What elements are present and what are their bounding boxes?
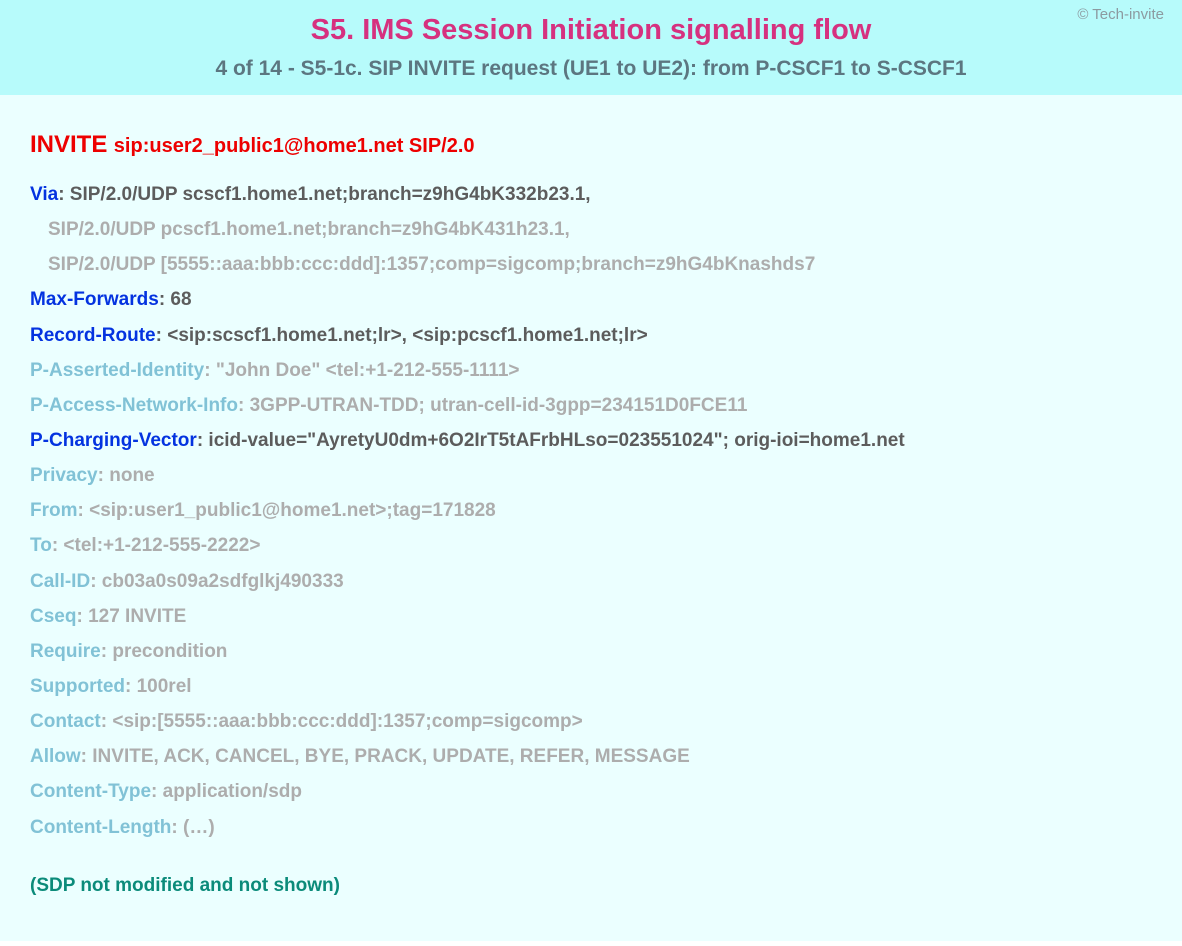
sip-header-line: Cseq: 127 INVITE [30,599,1152,634]
colon-separator: : [101,641,113,662]
sip-header-line: Contact: <sip:[5555::aaa:bbb:ccc:ddd]:13… [30,704,1152,739]
sip-header-line: P-Asserted-Identity: "John Doe" <tel:+1-… [30,353,1152,388]
message-body: INVITE sip:user2_public1@home1.net SIP/2… [0,95,1182,941]
request-line: INVITE sip:user2_public1@home1.net SIP/2… [30,131,1152,159]
colon-separator: : [58,184,70,205]
sip-header-name: P-Access-Network-Info [30,395,238,416]
sip-header-value: "John Doe" <tel:+1-212-555-1111> [216,360,520,381]
sip-header-value: <sip:scscf1.home1.net;lr>, <sip:pcscf1.h… [167,325,647,346]
sip-header-value: application/sdp [163,781,302,802]
sip-request-uri: sip:user2_public1@home1.net SIP/2.0 [114,135,475,157]
sip-header-name: To [30,535,52,556]
sip-header-continuation: SIP/2.0/UDP [5555::aaa:bbb:ccc:ddd]:1357… [30,247,1152,282]
sip-header-line: Call-ID: cb03a0s09a2sdfglkj490333 [30,564,1152,599]
sip-method: INVITE [30,131,107,158]
colon-separator: : [197,430,209,451]
sip-header-name: Record-Route [30,325,156,346]
colon-separator: : [76,606,88,627]
sip-header-name: Cseq [30,606,76,627]
sip-header-name: P-Asserted-Identity [30,360,204,381]
sip-header-value: (…) [183,817,215,838]
colon-separator: : [171,817,183,838]
sip-header-value: none [109,465,154,486]
sip-header-line: Allow: INVITE, ACK, CANCEL, BYE, PRACK, … [30,739,1152,774]
page-subtitle: 4 of 14 - S5-1c. SIP INVITE request (UE1… [20,57,1162,81]
colon-separator: : [98,465,110,486]
colon-separator: : [101,711,113,732]
colon-separator: : [125,676,137,697]
colon-separator: : [156,325,168,346]
sip-header-value: INVITE, ACK, CANCEL, BYE, PRACK, UPDATE,… [92,746,690,767]
sip-header-value: <tel:+1-212-555-2222> [63,535,260,556]
sip-header-name: Allow [30,746,81,767]
sip-header-name: Privacy [30,465,98,486]
sip-header-value: 100rel [137,676,192,697]
sip-header-line: Max-Forwards: 68 [30,282,1152,317]
colon-separator: : [159,289,171,310]
colon-separator: : [81,746,93,767]
colon-separator: : [238,395,250,416]
sip-header-name: Require [30,641,101,662]
sip-header-value: 127 INVITE [88,606,186,627]
sip-header-name: Contact [30,711,101,732]
header-bar: © Tech-invite S5. IMS Session Initiation… [0,0,1182,95]
sip-header-value: SIP/2.0/UDP [5555::aaa:bbb:ccc:ddd]:1357… [48,254,815,275]
sip-header-name: Via [30,184,58,205]
sip-header-line: Require: precondition [30,634,1152,669]
colon-separator: : [151,781,163,802]
sip-header-name: Content-Type [30,781,151,802]
sip-header-value: SIP/2.0/UDP pcscf1.home1.net;branch=z9hG… [48,219,570,240]
page-title: S5. IMS Session Initiation signalling fl… [20,14,1162,47]
sip-header-line: P-Access-Network-Info: 3GPP-UTRAN-TDD; u… [30,388,1152,423]
sip-header-line: P-Charging-Vector: icid-value="AyretyU0d… [30,423,1152,458]
colon-separator: : [52,535,64,556]
sip-header-value: 68 [170,289,191,310]
sip-header-value: cb03a0s09a2sdfglkj490333 [102,571,344,592]
sip-header-line: Content-Length: (…) [30,810,1152,845]
sip-header-name: Supported [30,676,125,697]
sip-headers: Via: SIP/2.0/UDP scscf1.home1.net;branch… [30,177,1152,845]
sip-header-continuation: SIP/2.0/UDP pcscf1.home1.net;branch=z9hG… [30,212,1152,247]
copyright-label: © Tech-invite [1077,6,1164,23]
sip-header-value: precondition [112,641,227,662]
sip-header-line: To: <tel:+1-212-555-2222> [30,528,1152,563]
sip-header-line: From: <sip:user1_public1@home1.net>;tag=… [30,493,1152,528]
sip-header-name: From [30,500,78,521]
sip-header-line: Privacy: none [30,458,1152,493]
sip-header-name: P-Charging-Vector [30,430,197,451]
sip-header-name: Call-ID [30,571,90,592]
sip-header-name: Max-Forwards [30,289,159,310]
sip-header-line: Via: SIP/2.0/UDP scscf1.home1.net;branch… [30,177,1152,212]
colon-separator: : [90,571,102,592]
sip-header-line: Record-Route: <sip:scscf1.home1.net;lr>,… [30,318,1152,353]
sip-header-line: Supported: 100rel [30,669,1152,704]
sip-header-value: icid-value="AyretyU0dm+6O2IrT5tAFrbHLso=… [208,430,904,451]
sip-header-value: SIP/2.0/UDP scscf1.home1.net;branch=z9hG… [70,184,591,205]
sip-header-name: Content-Length [30,817,171,838]
page-container: © Tech-invite S5. IMS Session Initiation… [0,0,1182,946]
colon-separator: : [78,500,90,521]
sdp-note: (SDP not modified and not shown) [30,875,1152,897]
sip-header-value: <sip:user1_public1@home1.net>;tag=171828 [89,500,496,521]
sip-header-value: <sip:[5555::aaa:bbb:ccc:ddd]:1357;comp=s… [112,711,582,732]
sip-header-line: Content-Type: application/sdp [30,774,1152,809]
sip-header-value: 3GPP-UTRAN-TDD; utran-cell-id-3gpp=23415… [250,395,748,416]
colon-separator: : [204,360,216,381]
